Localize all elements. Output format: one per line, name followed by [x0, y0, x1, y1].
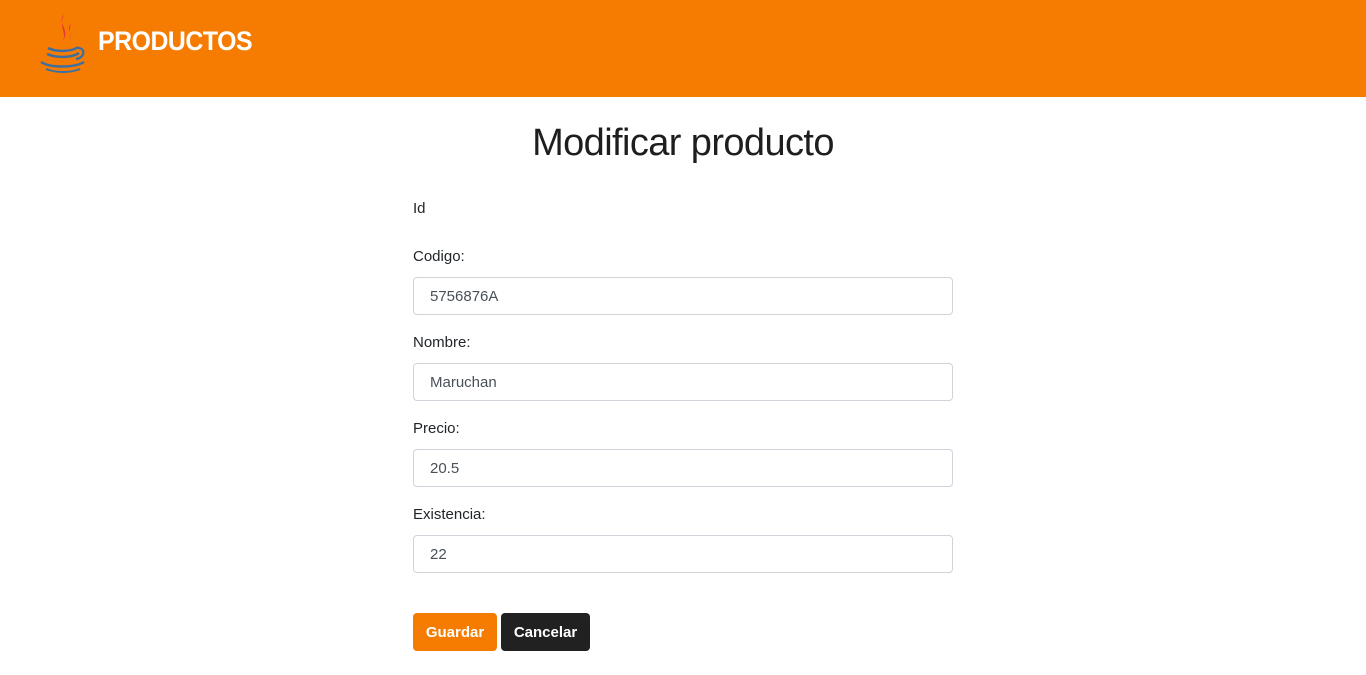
brand-link[interactable]: PRODUCTOS	[38, 12, 266, 74]
cancel-button[interactable]: Cancelar	[501, 613, 590, 651]
existencia-label: Existencia:	[413, 506, 486, 523]
codigo-label: Codigo:	[413, 248, 465, 265]
save-button[interactable]: Guardar	[413, 613, 497, 651]
brand-title: PRODUCTOS	[98, 26, 253, 56]
precio-input[interactable]	[413, 449, 953, 487]
precio-label: Precio:	[413, 420, 460, 437]
existencia-input[interactable]	[413, 535, 953, 573]
navbar: PRODUCTOS	[0, 0, 1366, 97]
java-coffee-cup-icon	[40, 13, 85, 73]
page-title: Modificar producto	[532, 122, 834, 164]
id-label: Id	[413, 200, 426, 217]
nombre-label: Nombre:	[413, 334, 471, 351]
codigo-input[interactable]	[413, 277, 953, 315]
nombre-input[interactable]	[413, 363, 953, 401]
